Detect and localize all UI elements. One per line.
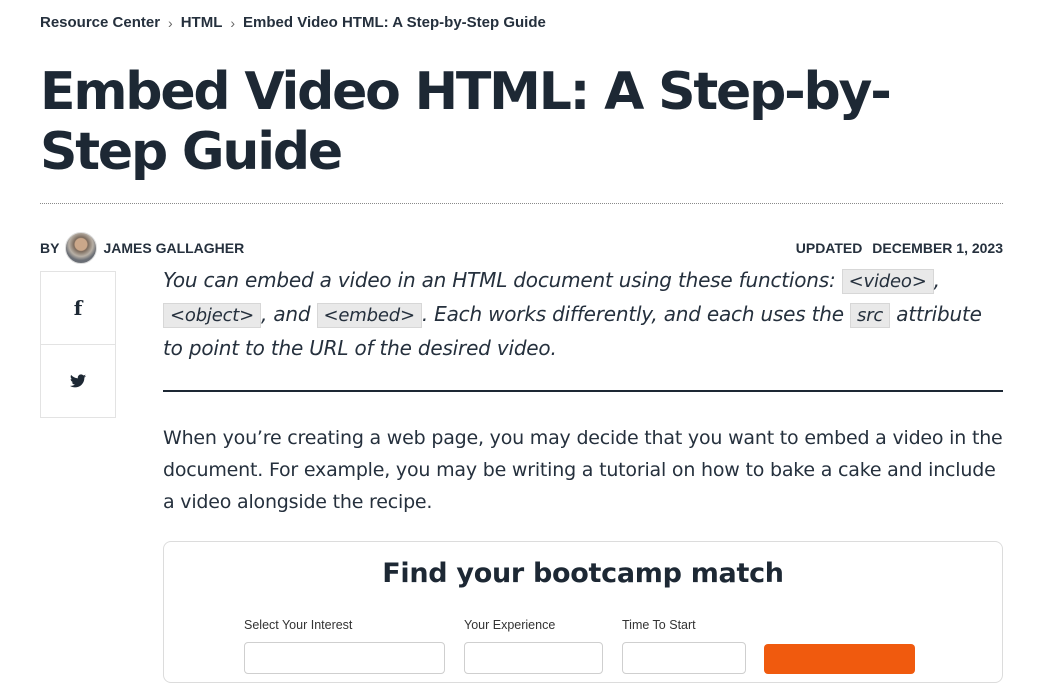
experience-label: Your Experience [464, 618, 556, 632]
interest-label: Select Your Interest [244, 618, 353, 632]
inline-code: <video> [841, 269, 934, 294]
share-bar: f [40, 271, 116, 418]
bootcamp-match-widget: Find your bootcamp match Select Your Int… [163, 541, 1003, 683]
title-divider [40, 203, 1003, 204]
intro-text: , [933, 268, 940, 292]
intro-text: You can embed a video in an HTML documen… [163, 268, 842, 292]
intro-text: . Each works differently, and each uses … [421, 302, 851, 326]
chevron-right-icon: › [230, 14, 236, 31]
byline: BY JAMES GALLAGHER UPDATED DECEMBER 1, 2… [40, 232, 1003, 264]
time-label: Time To Start [622, 618, 696, 632]
inline-code: src [850, 303, 891, 328]
updated-label: UPDATED [795, 240, 863, 256]
experience-select[interactable] [464, 642, 603, 674]
time-field: Time To Start [622, 618, 746, 674]
intro-paragraph: You can embed a video in an HTML documen… [163, 264, 1003, 364]
inline-code: <embed> [316, 303, 422, 328]
intro-text: , and [261, 302, 317, 326]
interest-select[interactable] [244, 642, 445, 674]
body-paragraph: When you’re creating a web page, you may… [163, 427, 1003, 513]
time-select[interactable] [622, 642, 746, 674]
inline-code: <object> [163, 303, 262, 328]
updated-date: DECEMBER 1, 2023 [872, 240, 1003, 256]
facebook-icon: f [73, 296, 83, 320]
updated-info: UPDATED DECEMBER 1, 2023 [790, 240, 1003, 256]
author-info: BY JAMES GALLAGHER [40, 232, 244, 264]
breadcrumb-resource-center[interactable]: Resource Center [40, 14, 160, 31]
by-label: BY [40, 240, 60, 256]
widget-title: Find your bootcamp match [382, 558, 784, 589]
twitter-share-button[interactable] [41, 344, 115, 417]
page-title: Embed Video HTML: A Step-by-Step Guide [40, 62, 892, 182]
breadcrumb-html[interactable]: HTML [181, 14, 223, 31]
facebook-share-button[interactable]: f [41, 272, 115, 344]
author-name[interactable]: JAMES GALLAGHER [103, 240, 244, 256]
chevron-right-icon: › [168, 14, 173, 31]
breadcrumb: Resource Center › HTML › Embed Video HTM… [40, 14, 546, 31]
twitter-icon [70, 374, 86, 388]
experience-field: Your Experience [464, 618, 603, 674]
author-avatar[interactable] [65, 232, 98, 264]
intro-divider [163, 390, 1003, 392]
breadcrumb-current[interactable]: Embed Video HTML: A Step-by-Step Guide [243, 14, 546, 31]
interest-field: Select Your Interest [244, 618, 445, 674]
article-content: You can embed a video in an HTML documen… [163, 264, 1003, 683]
